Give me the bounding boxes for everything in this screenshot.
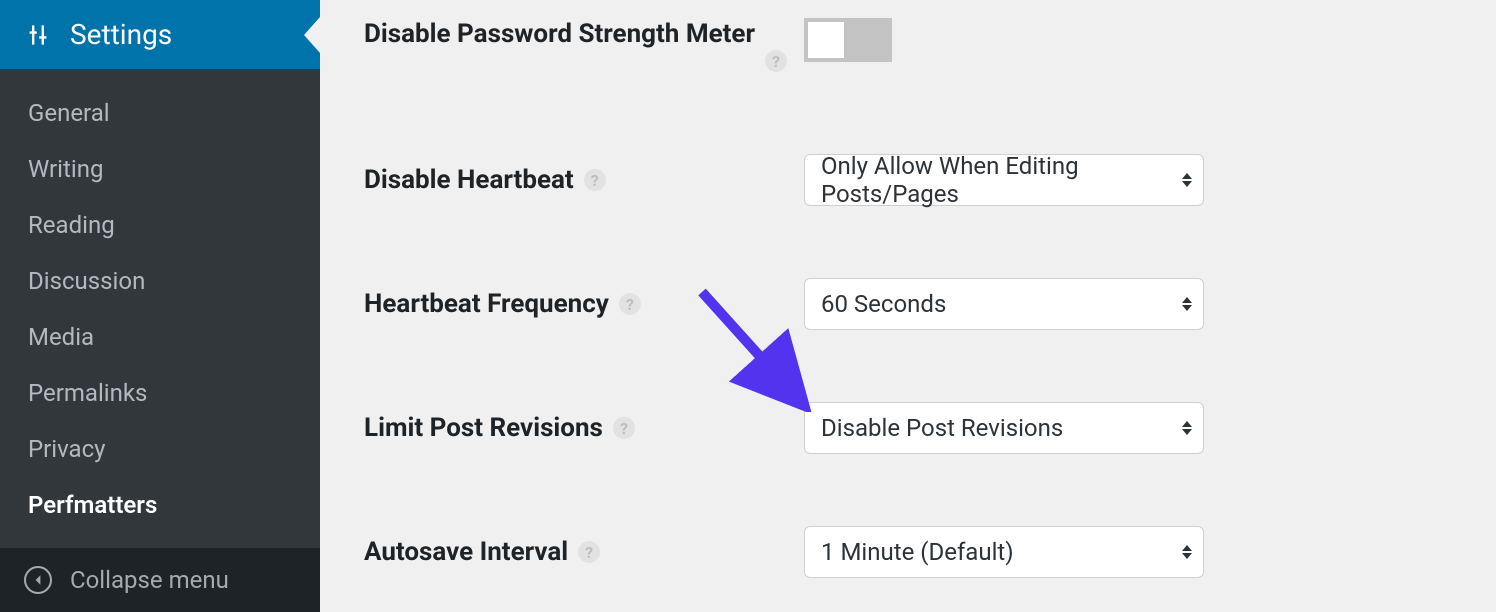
collapse-menu-button[interactable]: Collapse menu <box>0 548 320 612</box>
setting-label: Disable Heartbeat ? <box>364 165 804 195</box>
settings-submenu: General Writing Reading Discussion Media… <box>0 69 320 548</box>
setting-row-frequency: Heartbeat Frequency ? 60 Seconds <box>364 278 1456 330</box>
setting-row-heartbeat: Disable Heartbeat ? Only Allow When Edit… <box>364 154 1456 206</box>
setting-label: Heartbeat Frequency ? <box>364 289 804 319</box>
setting-row-revisions: Limit Post Revisions ? Disable Post Revi… <box>364 402 1456 454</box>
setting-label: Autosave Interval ? <box>364 537 804 567</box>
active-section-pointer <box>304 17 320 53</box>
sidebar-item-permalinks[interactable]: Permalinks <box>0 365 320 421</box>
help-icon[interactable]: ? <box>619 293 641 315</box>
help-icon[interactable]: ? <box>578 541 600 563</box>
sidebar-item-general[interactable]: General <box>0 85 320 141</box>
admin-sidebar: Settings General Writing Reading Discuss… <box>0 0 320 612</box>
sidebar-item-writing[interactable]: Writing <box>0 141 320 197</box>
autosave-select[interactable]: 1 Minute (Default) <box>804 526 1204 578</box>
sliders-icon <box>24 21 52 49</box>
sidebar-item-discussion[interactable]: Discussion <box>0 253 320 309</box>
sidebar-section-label: Settings <box>70 18 172 51</box>
setting-label: Disable Password Strength Meter ? <box>364 18 804 72</box>
setting-row-password-meter: Disable Password Strength Meter ? <box>364 18 1456 72</box>
sidebar-item-media[interactable]: Media <box>0 309 320 365</box>
sidebar-item-perfmatters[interactable]: Perfmatters <box>0 477 320 533</box>
setting-label: Limit Post Revisions ? <box>364 413 804 443</box>
help-icon[interactable]: ? <box>613 417 635 439</box>
sidebar-section-settings[interactable]: Settings <box>0 0 320 69</box>
heartbeat-select[interactable]: Only Allow When Editing Posts/Pages <box>804 154 1204 206</box>
password-meter-toggle[interactable] <box>804 18 892 62</box>
frequency-select[interactable]: 60 Seconds <box>804 278 1204 330</box>
settings-panel: Disable Password Strength Meter ? Disabl… <box>320 0 1496 612</box>
setting-row-autosave: Autosave Interval ? 1 Minute (Default) <box>364 526 1456 578</box>
help-icon[interactable]: ? <box>765 50 787 72</box>
sidebar-item-reading[interactable]: Reading <box>0 197 320 253</box>
toggle-knob <box>808 22 844 58</box>
sidebar-item-privacy[interactable]: Privacy <box>0 421 320 477</box>
collapse-menu-label: Collapse menu <box>70 566 229 594</box>
collapse-icon <box>24 566 52 594</box>
revisions-select[interactable]: Disable Post Revisions <box>804 402 1204 454</box>
help-icon[interactable]: ? <box>584 169 606 191</box>
